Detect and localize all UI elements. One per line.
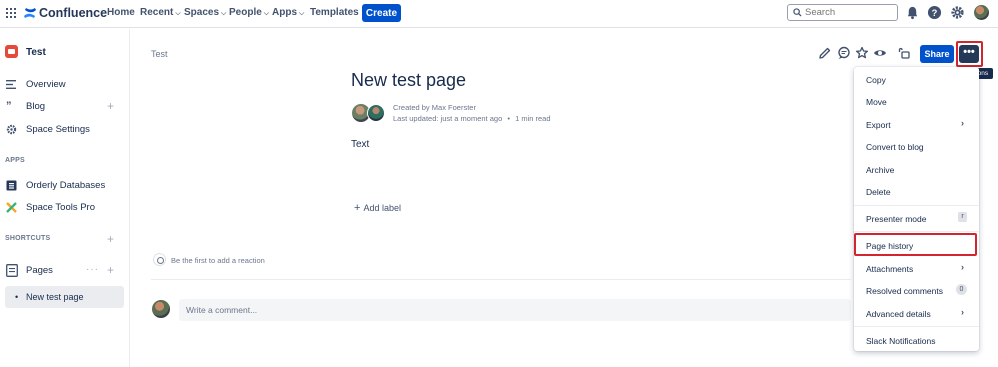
menu-item-presenter-mode[interactable]: Presenter mode r xyxy=(854,208,979,228)
top-navigation: Confluence Home Recent ⌵ Spaces ⌵ People ⌵ … xyxy=(0,0,998,28)
restrictions-icon[interactable] xyxy=(897,46,911,60)
nav-home[interactable]: Home xyxy=(107,7,135,18)
more-actions-menu: Copy Move Export › Convert to blog Archiv… xyxy=(854,67,979,351)
comment-icon[interactable] xyxy=(837,46,851,60)
comment-input[interactable]: Write a comment... xyxy=(179,299,851,321)
blog-quote-icon: ” xyxy=(6,100,12,112)
page-tree-item[interactable]: • New test page xyxy=(5,286,124,308)
reaction-prompt: Be the first to add a reaction xyxy=(171,256,265,265)
menu-divider xyxy=(854,326,979,327)
menu-item-export[interactable]: Export › xyxy=(854,114,979,134)
notifications-icon[interactable] xyxy=(905,5,920,20)
pages-more-icon[interactable]: ··· xyxy=(86,264,99,275)
menu-item-move[interactable]: Move xyxy=(854,91,979,111)
chevron-right-icon: › xyxy=(961,262,964,272)
search-icon xyxy=(793,8,802,17)
sidebar-item-pages[interactable]: Pages + xyxy=(0,262,129,280)
shortcuts-heading: SHORTCUTS xyxy=(5,235,51,242)
pages-icon xyxy=(6,264,18,277)
sidebar-item-orderly-databases[interactable]: Orderly Databases xyxy=(0,177,129,195)
add-reaction-icon[interactable] xyxy=(153,253,166,266)
sidebar-item-blog[interactable]: ” Blog + xyxy=(0,98,129,116)
last-updated: Last updated: just a moment ago xyxy=(393,114,503,123)
keyboard-shortcut: r xyxy=(958,212,967,222)
add-shortcut-icon[interactable]: + xyxy=(107,232,114,246)
count-badge: 0 xyxy=(956,284,967,295)
menu-item-advanced-details[interactable]: Advanced details › xyxy=(854,303,979,323)
tree-bullet-icon: • xyxy=(15,292,19,302)
created-by: Created by Max Foerster xyxy=(393,103,476,112)
author-avatars[interactable] xyxy=(352,104,390,122)
settings-icon[interactable] xyxy=(950,5,965,20)
comment-placeholder: Write a comment... xyxy=(186,305,258,315)
menu-divider xyxy=(854,205,979,206)
overview-icon xyxy=(6,80,16,89)
sidebar-item-label: Pages xyxy=(26,265,53,276)
chevron-down-icon: ⌵ xyxy=(221,10,227,17)
avatar xyxy=(367,104,385,122)
star-icon[interactable] xyxy=(855,46,869,60)
add-label-button[interactable]: + Add label xyxy=(354,202,401,214)
chevron-down-icon: ⌵ xyxy=(299,10,305,17)
help-icon[interactable]: ? xyxy=(927,5,942,20)
highlight-box xyxy=(956,41,983,67)
chevron-right-icon: › xyxy=(961,118,964,128)
page-body-text: Text xyxy=(351,139,370,150)
sidebar-item-label: Blog xyxy=(26,101,46,112)
chevron-right-icon: › xyxy=(961,307,964,317)
page-meta: Last updated: just a moment ago • 1 min … xyxy=(393,114,551,123)
space-tools-icon xyxy=(6,202,17,213)
logo-text[interactable]: Confluence xyxy=(39,6,107,20)
breadcrumb[interactable]: Test xyxy=(151,49,168,59)
nav-templates[interactable]: Templates xyxy=(310,7,359,18)
nav-spaces[interactable]: Spaces ⌵ xyxy=(184,7,226,18)
search-input[interactable] xyxy=(805,6,895,19)
menu-item-attachments[interactable]: Attachments › xyxy=(854,258,979,278)
divider xyxy=(151,279,851,280)
sidebar-item-label: Overview xyxy=(26,79,66,90)
apps-heading: APPS xyxy=(5,157,25,164)
database-icon xyxy=(6,180,17,191)
avatar xyxy=(152,300,170,318)
sidebar-item-overview[interactable]: Overview xyxy=(0,76,129,94)
menu-item-slack-notifications[interactable]: Slack Notifications xyxy=(854,330,979,350)
sidebar-item-label: Orderly Databases xyxy=(26,180,106,191)
search-field[interactable] xyxy=(787,4,898,21)
plus-icon: + xyxy=(354,202,361,214)
gear-icon xyxy=(6,124,17,135)
sidebar-item-space-settings[interactable]: Space Settings xyxy=(0,121,129,139)
menu-item-convert-to-blog[interactable]: Convert to blog xyxy=(854,136,979,156)
chevron-down-icon: ⌵ xyxy=(263,10,270,17)
sidebar-item-label: Space Tools Pro xyxy=(26,202,96,213)
space-name[interactable]: Test xyxy=(26,47,46,58)
menu-item-resolved-comments[interactable]: Resolved comments 0 xyxy=(854,280,979,300)
confluence-logo-icon[interactable] xyxy=(23,6,37,20)
sidebar-item-space-tools-pro[interactable]: Space Tools Pro xyxy=(0,199,129,217)
share-button[interactable]: Share xyxy=(920,45,954,63)
page-tree-label: New test page xyxy=(26,292,84,302)
chevron-down-icon: ⌵ xyxy=(175,10,181,17)
menu-item-delete[interactable]: Delete xyxy=(854,181,979,201)
watch-icon[interactable] xyxy=(873,46,887,60)
menu-item-copy[interactable]: Copy xyxy=(854,69,979,89)
svg-text:?: ? xyxy=(932,8,938,18)
add-page-icon[interactable]: + xyxy=(107,263,114,277)
space-icon[interactable] xyxy=(5,45,18,58)
nav-people[interactable]: People ⌵ xyxy=(229,7,269,18)
menu-item-archive[interactable]: Archive xyxy=(854,159,979,179)
sidebar-item-label: Space Settings xyxy=(26,124,90,135)
user-avatar[interactable] xyxy=(974,5,989,20)
highlight-box xyxy=(854,233,977,256)
read-time: 1 min read xyxy=(515,114,551,123)
add-blog-icon[interactable]: + xyxy=(107,99,114,113)
edit-icon[interactable] xyxy=(818,46,832,60)
space-sidebar: Test Overview ” Blog + Space Settings AP… xyxy=(0,29,130,367)
page-title: New test page xyxy=(351,70,467,90)
create-button[interactable]: Create xyxy=(362,4,401,22)
menu-divider xyxy=(854,231,979,232)
nav-apps[interactable]: Apps ⌵ xyxy=(272,7,304,18)
app-switcher-icon[interactable] xyxy=(6,8,16,18)
nav-recent[interactable]: Recent ⌵ xyxy=(140,7,181,18)
meta-separator: • xyxy=(507,114,510,123)
